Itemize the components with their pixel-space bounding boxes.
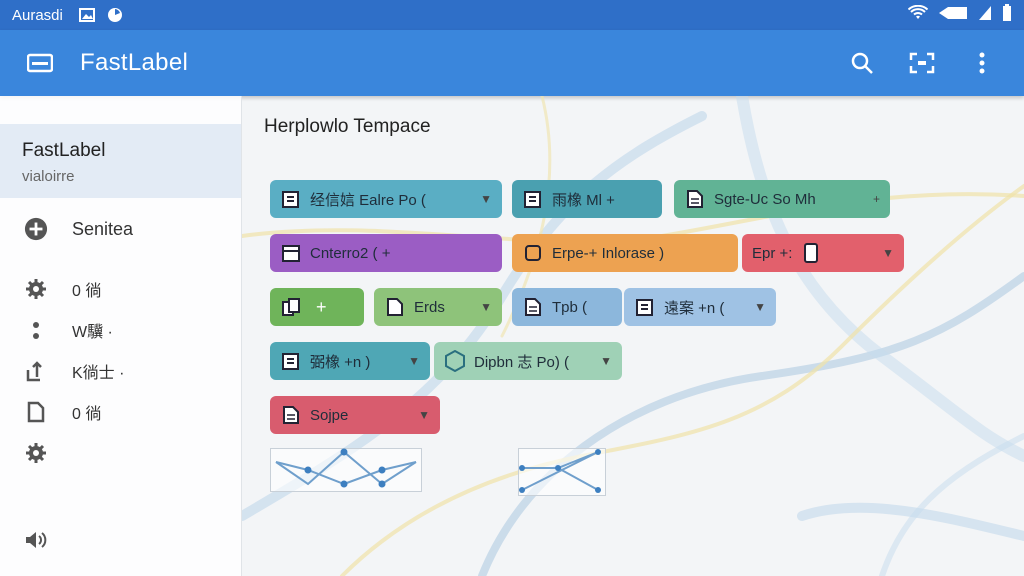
label-chip[interactable]: Erds ▼ bbox=[374, 288, 502, 326]
sidebar-item-label: 0 徜 bbox=[72, 405, 102, 423]
search-button[interactable] bbox=[844, 45, 880, 81]
label-chip[interactable]: Sgte-Uc So Mh + bbox=[674, 180, 890, 218]
fullscreen-button[interactable] bbox=[904, 45, 940, 81]
app-bar: FastLabel bbox=[0, 30, 1024, 96]
chevron-down-icon[interactable]: ▼ bbox=[472, 300, 492, 314]
tag-icon bbox=[634, 296, 656, 318]
battery-icon bbox=[1002, 3, 1012, 27]
app-title: FastLabel bbox=[80, 49, 189, 76]
chevron-down-icon[interactable]: ▼ bbox=[400, 354, 420, 368]
sidebar-item-label: W驥 · bbox=[72, 323, 113, 341]
label-chip[interactable]: 雨橡 Ml + bbox=[512, 180, 662, 218]
chip-label: Erds bbox=[414, 298, 445, 316]
timer-icon bbox=[107, 7, 123, 23]
document-icon bbox=[384, 296, 406, 318]
status-bar: Aurasdi bbox=[0, 0, 1024, 30]
more-vert-icon bbox=[979, 52, 985, 74]
sidebar-header-title: FastLabel bbox=[22, 140, 106, 161]
chip-label: Sojpe bbox=[310, 406, 349, 424]
chip-label: Dipbn 志 Po) ( bbox=[474, 353, 570, 371]
chip-label: Cnterro2 ( + bbox=[310, 244, 391, 262]
chevron-down-icon[interactable]: + bbox=[865, 192, 880, 206]
square-icon bbox=[522, 242, 544, 264]
copy-icon bbox=[280, 296, 302, 318]
signal-icon bbox=[978, 5, 992, 26]
background-map bbox=[242, 96, 1024, 576]
chip-label: 经信娮 Ealre Po ( bbox=[310, 191, 426, 209]
chip-label: 遠案 +n ( bbox=[664, 299, 725, 317]
hexagon-icon bbox=[444, 350, 466, 372]
label-chip[interactable]: Erpe-+ Inlorase ) bbox=[512, 234, 738, 272]
grid-circle-icon bbox=[24, 217, 48, 241]
image-icon bbox=[78, 8, 95, 22]
sidebar-item-1[interactable]: 0 徜 bbox=[0, 268, 241, 309]
chip-label: Sgte-Uc So Mh bbox=[714, 190, 816, 208]
speaker-icon bbox=[26, 532, 47, 548]
label-chip[interactable]: 经信娮 Ealre Po ( ▼ bbox=[270, 180, 502, 218]
sound-button[interactable] bbox=[24, 529, 50, 556]
sidebar-item-4[interactable]: 0 徜 bbox=[0, 391, 241, 432]
chevron-down-icon[interactable]: ▼ bbox=[874, 246, 894, 260]
label-chip[interactable]: Cnterro2 ( + bbox=[270, 234, 502, 272]
network-thumbnail[interactable] bbox=[518, 448, 606, 496]
chevron-down-icon[interactable]: ▼ bbox=[592, 354, 612, 368]
label-chip[interactable]: 遠案 +n ( ▼ bbox=[624, 288, 776, 326]
sidebar-header-subtitle: vialoirre bbox=[22, 168, 75, 185]
wifi-icon bbox=[907, 4, 929, 26]
carrier-label: Aurasdi bbox=[12, 6, 63, 24]
document-icon bbox=[24, 400, 48, 424]
template-title: Herplowlo Tempace bbox=[264, 116, 431, 137]
document-icon bbox=[522, 296, 544, 318]
tag-icon bbox=[280, 350, 302, 372]
template-canvas[interactable]: Herplowlo Tempace 经信娮 Ealre Po ( ▼ 雨橡 Ml… bbox=[242, 96, 1024, 576]
more-options-button[interactable] bbox=[964, 45, 1000, 81]
sidebar-item-2[interactable]: W驥 · bbox=[0, 309, 241, 350]
label-chip[interactable]: Tpb ( bbox=[512, 288, 622, 326]
sidebar-header[interactable]: FastLabel vialoirre bbox=[0, 124, 241, 198]
gear-icon bbox=[24, 277, 48, 301]
chip-label: 雨橡 Ml + bbox=[552, 191, 615, 209]
menu-icon bbox=[27, 53, 53, 73]
label-chip[interactable]: Dipbn 志 Po) ( ▼ bbox=[434, 342, 622, 380]
sidebar-item-label: K徜士 · bbox=[72, 364, 125, 382]
sidebar-item-label: Senitea bbox=[72, 218, 134, 239]
label-chip[interactable]: Sojpe ▼ bbox=[270, 396, 440, 434]
sidebar-item-5[interactable] bbox=[0, 432, 241, 473]
search-icon bbox=[851, 52, 873, 74]
chip-label: Erpe-+ Inlorase ) bbox=[552, 244, 665, 262]
chip-label: Tpb ( bbox=[552, 298, 588, 316]
dot-icon bbox=[24, 318, 48, 342]
menu-button[interactable] bbox=[24, 47, 56, 79]
label-chip[interactable]: Epr +: ▼ bbox=[742, 234, 904, 272]
tag-icon bbox=[522, 188, 544, 210]
upload-icon bbox=[24, 359, 48, 383]
label-chip[interactable]: + bbox=[270, 288, 364, 326]
chevron-down-icon[interactable]: ▼ bbox=[410, 408, 430, 422]
chevron-down-icon[interactable]: ▼ bbox=[746, 300, 766, 314]
tag-icon bbox=[280, 188, 302, 210]
chevron-down-icon[interactable]: ▼ bbox=[472, 192, 492, 206]
phone-icon bbox=[800, 242, 822, 264]
fullscreen-icon bbox=[909, 52, 935, 74]
sidebar-item-3[interactable]: K徜士 · bbox=[0, 350, 241, 391]
network-thumbnail[interactable] bbox=[270, 448, 422, 492]
sidebar: FastLabel vialoirre Senitea 0 徜 W驥 · K徜士… bbox=[0, 96, 242, 576]
sidebar-item-senitea[interactable]: Senitea bbox=[0, 206, 241, 252]
sidebar-item-label: 0 徜 bbox=[72, 282, 102, 300]
label-chip[interactable]: 弼橡 +n ) ▼ bbox=[270, 342, 430, 380]
document-icon bbox=[280, 404, 302, 426]
chip-label: Epr +: bbox=[752, 244, 793, 262]
calendar-icon bbox=[280, 242, 302, 264]
chip-label: 弼橡 +n ) bbox=[310, 353, 371, 371]
cast-icon bbox=[938, 6, 968, 25]
chip-label: + bbox=[316, 296, 327, 317]
settings-icon bbox=[24, 441, 48, 465]
document-icon bbox=[684, 188, 706, 210]
